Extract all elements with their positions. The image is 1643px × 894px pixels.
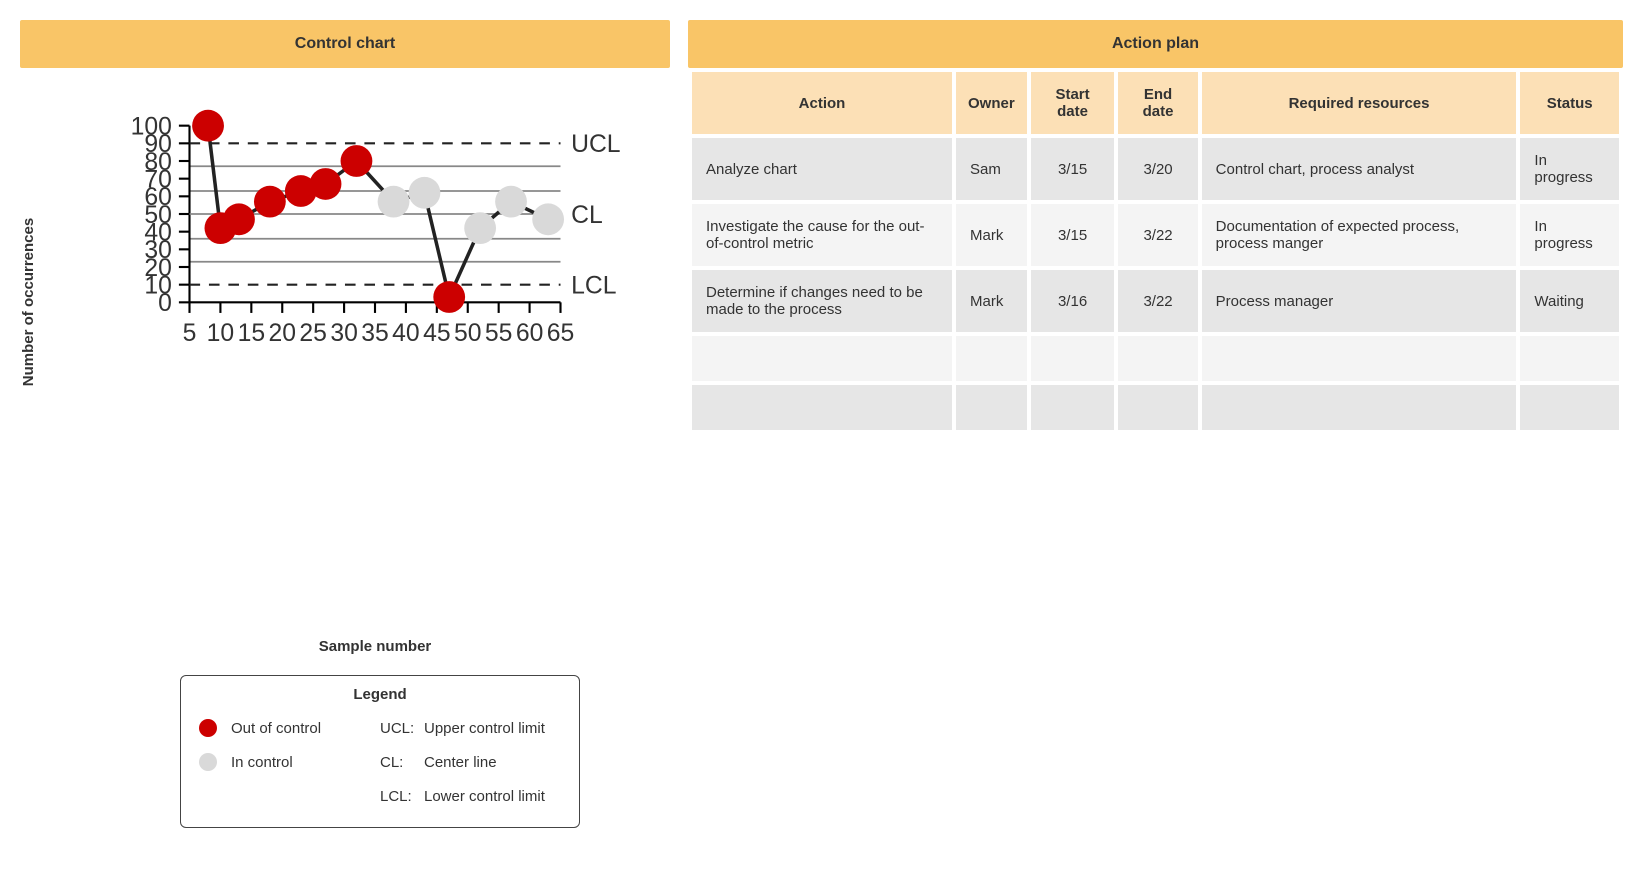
svg-text:50: 50 — [454, 320, 482, 347]
svg-text:LCL: LCL — [571, 273, 616, 300]
svg-text:25: 25 — [299, 320, 327, 347]
legend-item-out: Out of control — [199, 711, 380, 745]
col-res: Required resources — [1202, 72, 1517, 134]
legend-in-label: In control — [231, 754, 293, 771]
cell-res: Documentation of expected process, proce… — [1202, 204, 1517, 266]
control-chart-svg: 0102030405060708090100510152025303540455… — [110, 108, 640, 373]
cell-res: Process manager — [1202, 270, 1517, 332]
cell-action: Analyze chart — [692, 138, 952, 200]
control-chart-panel: Control chart Number of occurrences 0102… — [20, 20, 670, 828]
cell-action: Investigate the cause for the out-of-con… — [692, 204, 952, 266]
svg-text:30: 30 — [330, 320, 358, 347]
cell-status — [1520, 336, 1619, 381]
cell-action — [692, 336, 952, 381]
table-row: Investigate the cause for the out-of-con… — [692, 204, 1619, 266]
legend: Legend Out of control In control UCL: — [180, 675, 580, 828]
cell-action — [692, 385, 952, 430]
legend-out-label: Out of control — [231, 720, 321, 737]
control-chart-title: Control chart — [20, 20, 670, 68]
legend-item-in: In control — [199, 745, 380, 779]
col-action: Action — [692, 72, 952, 134]
cell-action: Determine if changes need to be made to … — [692, 270, 952, 332]
svg-text:CL: CL — [571, 202, 603, 229]
cell-end: 3/22 — [1118, 270, 1197, 332]
cell-start: 3/15 — [1031, 138, 1115, 200]
svg-text:35: 35 — [361, 320, 389, 347]
legend-item-ucl: UCL: Upper control limit — [380, 711, 561, 745]
cell-start — [1031, 336, 1115, 381]
cell-end — [1118, 336, 1197, 381]
table-row — [692, 336, 1619, 381]
control-chart: Number of occurrences 010203040506070809… — [20, 78, 670, 638]
col-status: Status — [1520, 72, 1619, 134]
action-plan-table: Action Owner Start date End date Require… — [688, 68, 1623, 434]
svg-text:55: 55 — [485, 320, 513, 347]
cell-res — [1202, 385, 1517, 430]
cell-start: 3/16 — [1031, 270, 1115, 332]
cell-status — [1520, 385, 1619, 430]
legend-item-cl: CL: Center line — [380, 745, 561, 779]
legend-title: Legend — [199, 686, 561, 703]
table-row: Analyze chartSam3/153/20Control chart, p… — [692, 138, 1619, 200]
svg-text:UCL: UCL — [571, 131, 620, 158]
legend-dot-in-icon — [199, 753, 217, 771]
svg-text:20: 20 — [269, 320, 297, 347]
page-root: Control chart Number of occurrences 0102… — [20, 20, 1623, 828]
svg-text:65: 65 — [547, 320, 574, 347]
x-axis-label: Sample number — [80, 638, 670, 655]
col-start: Start date — [1031, 72, 1115, 134]
svg-text:10: 10 — [207, 320, 235, 347]
cell-start — [1031, 385, 1115, 430]
cell-res: Control chart, process analyst — [1202, 138, 1517, 200]
cell-status: In progress — [1520, 138, 1619, 200]
table-row: Determine if changes need to be made to … — [692, 270, 1619, 332]
legend-dot-out-icon — [199, 719, 217, 737]
svg-text:5: 5 — [183, 320, 197, 347]
action-plan-panel: Action plan Action Owner Start date End … — [688, 20, 1623, 434]
svg-text:45: 45 — [423, 320, 451, 347]
cell-res — [1202, 336, 1517, 381]
cell-status: Waiting — [1520, 270, 1619, 332]
legend-item-lcl: LCL: Lower control limit — [380, 779, 561, 813]
table-row — [692, 385, 1619, 430]
cell-owner: Mark — [956, 204, 1027, 266]
cell-start: 3/15 — [1031, 204, 1115, 266]
action-plan-title: Action plan — [688, 20, 1623, 68]
cell-owner — [956, 385, 1027, 430]
cell-owner: Mark — [956, 270, 1027, 332]
cell-end: 3/22 — [1118, 204, 1197, 266]
svg-text:15: 15 — [238, 320, 266, 347]
svg-text:100: 100 — [131, 114, 172, 141]
cell-owner — [956, 336, 1027, 381]
cell-status: In progress — [1520, 204, 1619, 266]
cell-end: 3/20 — [1118, 138, 1197, 200]
y-axis-label: Number of occurrences — [20, 218, 37, 386]
col-end: End date — [1118, 72, 1197, 134]
col-owner: Owner — [956, 72, 1027, 134]
svg-text:60: 60 — [516, 320, 544, 347]
cell-owner: Sam — [956, 138, 1027, 200]
table-header-row: Action Owner Start date End date Require… — [692, 72, 1619, 134]
cell-end — [1118, 385, 1197, 430]
svg-text:40: 40 — [392, 320, 420, 347]
